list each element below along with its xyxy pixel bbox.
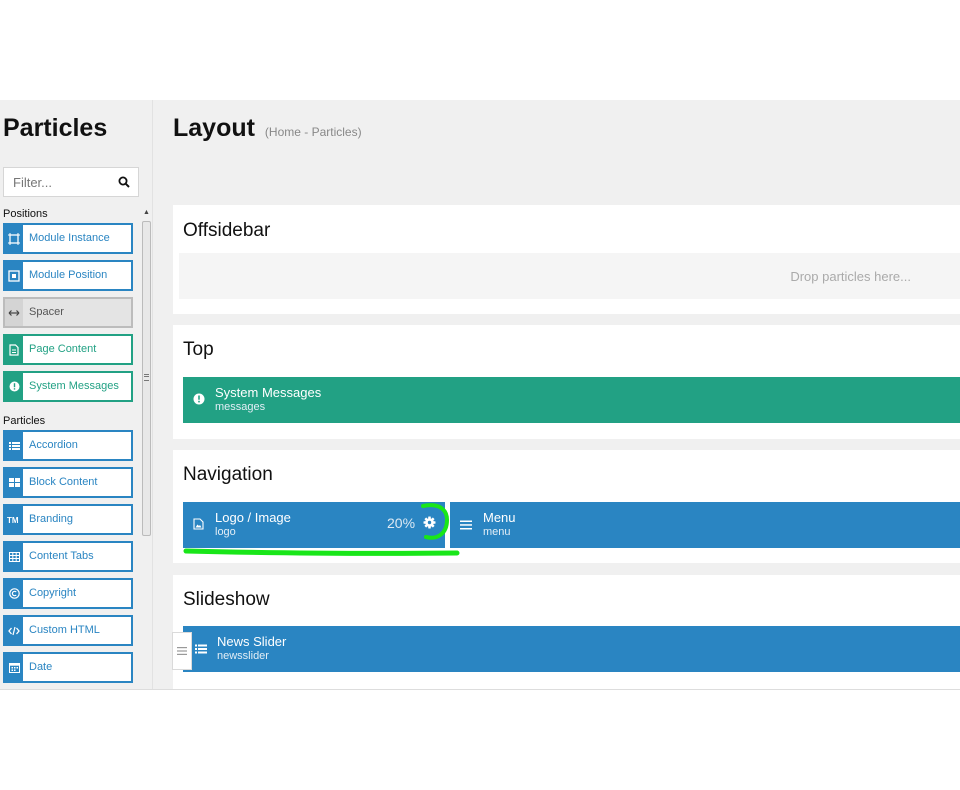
particle-label: Spacer (29, 306, 64, 318)
positions-group-label: Positions (3, 208, 48, 220)
image-icon (193, 517, 204, 535)
exclamation-icon (193, 392, 205, 410)
copyright-icon (5, 580, 23, 607)
section-title: Top (183, 339, 214, 360)
scrollbar-thumb[interactable] (142, 221, 151, 536)
particles-group-label: Particles (3, 415, 46, 427)
section-title: Offsidebar (183, 220, 271, 241)
particle-block-content[interactable]: Block Content (3, 467, 133, 498)
section-offsidebar: Offsidebar Drop particles here... (173, 205, 960, 314)
particle-label: Custom HTML (29, 624, 100, 636)
particle-content-tabs[interactable]: Content Tabs (3, 541, 133, 572)
particle-module-instance[interactable]: Module Instance (3, 223, 133, 254)
sidebar-title: Particles (3, 114, 108, 142)
particle-label: Branding (29, 513, 74, 525)
table-icon (5, 543, 23, 570)
particle-label: Content Tabs (29, 550, 94, 562)
calendar-icon (5, 654, 23, 681)
spacer-icon (5, 299, 23, 326)
particle-label: Page Content (29, 343, 97, 355)
particles-sidebar: Particles Positions Module Instance Modu… (0, 100, 153, 690)
grip-icon (144, 374, 149, 381)
particle-label: System Messages (29, 380, 119, 392)
code-icon (5, 617, 23, 644)
list-icon (5, 432, 23, 459)
module-position-icon (5, 262, 23, 289)
layout-particle-system-messages[interactable]: System Messages messages (183, 377, 960, 423)
page-title: Layout (Home - Particles) (173, 114, 362, 143)
drop-zone-placeholder: Drop particles here... (790, 269, 911, 284)
section-slideshow: Slideshow News Slider newsslider (172, 575, 960, 689)
section-title: Slideshow (183, 589, 270, 610)
module-instance-icon (5, 225, 23, 252)
particle-label: Copyright (29, 587, 77, 599)
exclamation-icon (5, 373, 23, 400)
particle-label: Block Content (29, 476, 98, 488)
filter-input[interactable] (4, 168, 112, 196)
sidebar-scrollbar[interactable]: ▲ (141, 208, 152, 690)
particles-list: Positions Module Instance Module Positio… (0, 208, 153, 690)
particle-copyright[interactable]: Copyright (3, 578, 133, 609)
particle-label: Module Position (29, 269, 108, 281)
document-icon (5, 336, 23, 363)
particle-name: News Slider (217, 634, 287, 649)
trademark-icon: TM (5, 506, 23, 533)
particle-name: Menu (483, 510, 516, 525)
menu-icon (460, 517, 472, 535)
particle-type: menu (483, 526, 511, 538)
section-title: Navigation (183, 464, 273, 485)
particle-name: System Messages (215, 385, 322, 400)
particle-system-messages[interactable]: System Messages (3, 371, 133, 402)
grid-icon (5, 469, 23, 496)
page-title-text: Layout (173, 114, 255, 142)
layout-particle-news-slider[interactable]: News Slider newsslider (172, 626, 960, 672)
filter-field[interactable] (3, 167, 139, 197)
particle-page-content[interactable]: Page Content (3, 334, 133, 365)
particle-name: Logo / Image (215, 510, 291, 525)
layout-particle-menu[interactable]: Menu menu (450, 502, 960, 548)
section-navigation: Navigation Logo / Image logo 20% Menu me… (173, 450, 960, 563)
width-percentage: 20% (387, 515, 416, 531)
drag-handle-icon[interactable] (172, 632, 192, 670)
particle-type: newsslider (217, 650, 269, 662)
layout-particle-logo[interactable]: Logo / Image logo 20% (183, 502, 445, 548)
layout-manager: Particles Positions Module Instance Modu… (0, 100, 960, 690)
gear-icon[interactable] (423, 516, 436, 534)
search-icon[interactable] (118, 175, 130, 193)
particle-label: Accordion (29, 439, 78, 451)
particle-module-position[interactable]: Module Position (3, 260, 133, 291)
drop-zone[interactable]: Drop particles here... (179, 253, 960, 299)
particle-spacer[interactable]: Spacer (3, 297, 133, 328)
breadcrumb: (Home - Particles) (264, 125, 362, 139)
divider (0, 689, 960, 690)
svg-text:TM: TM (7, 516, 19, 525)
particle-accordion[interactable]: Accordion (3, 430, 133, 461)
particle-type: logo (215, 526, 236, 538)
particle-type: messages (215, 401, 266, 413)
particle-branding[interactable]: TM Branding (3, 504, 133, 535)
particle-label: Date (29, 661, 53, 673)
list-icon (195, 641, 207, 659)
particle-custom-html[interactable]: Custom HTML (3, 615, 133, 646)
scroll-up-arrow-icon[interactable]: ▲ (143, 209, 150, 216)
particle-label: Module Instance (29, 232, 110, 244)
section-top: Top System Messages messages (173, 325, 960, 439)
particle-date[interactable]: Date (3, 652, 133, 683)
